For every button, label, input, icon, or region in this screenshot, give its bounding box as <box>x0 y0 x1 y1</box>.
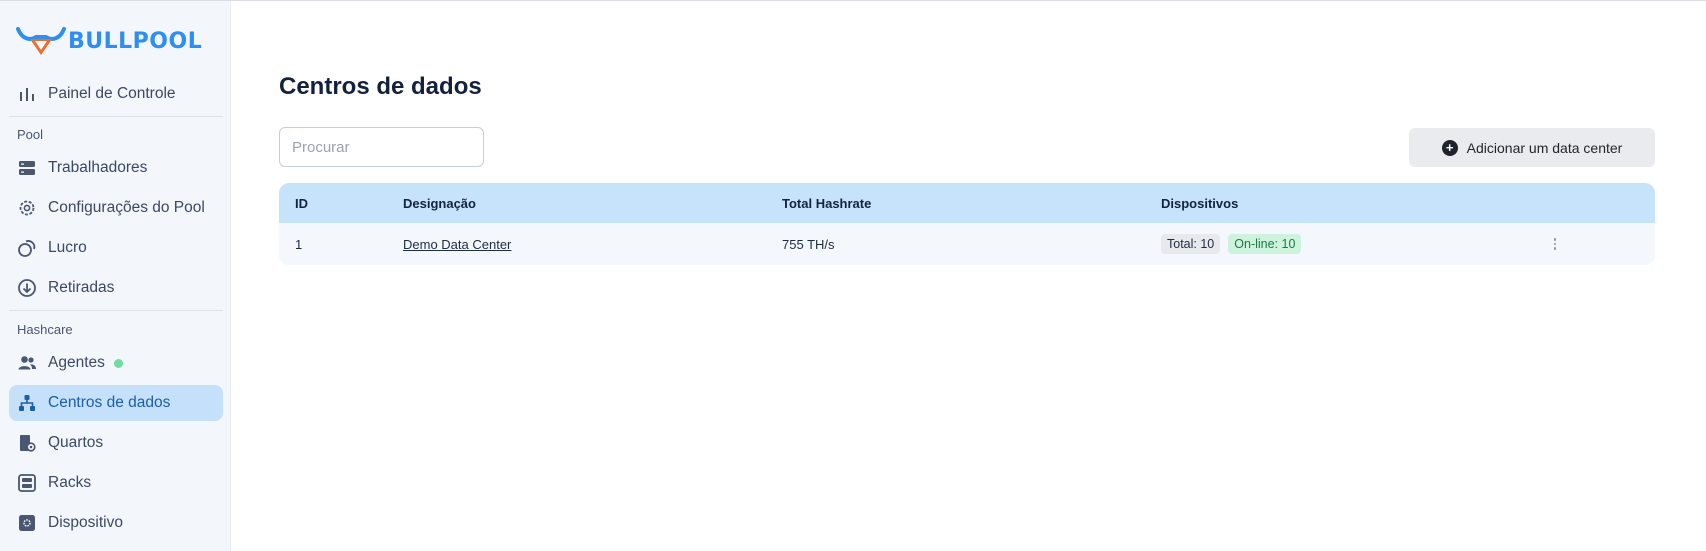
bar-chart-icon <box>17 84 37 104</box>
coins-icon <box>17 238 37 258</box>
server-icon <box>17 158 37 178</box>
online-status-dot <box>113 358 123 368</box>
sidebar-item-quartos[interactable]: Quartos <box>9 425 223 461</box>
sidebar-item-label: Racks <box>48 474 92 491</box>
door-gear-icon <box>17 433 37 453</box>
hierarchy-icon <box>17 393 37 413</box>
plus-circle-icon: + <box>1441 139 1458 156</box>
sidebar-item-trabalhadores[interactable]: Trabalhadores <box>9 150 223 186</box>
data-centers-table: ID Designação Total Hashrate Dispositivo… <box>279 183 1655 265</box>
table-row[interactable]: 1 Demo Data Center 755 TH/s Total: 10 On… <box>279 223 1655 265</box>
sidebar-item-racks[interactable]: Racks <box>9 465 223 501</box>
row-id: 1 <box>295 236 303 252</box>
top-border <box>0 0 1706 1</box>
sidebar-item-label: Dispositivo <box>48 514 123 531</box>
section-title-hashcare: Hashcare <box>17 322 73 337</box>
add-data-center-label: Adicionar um data center <box>1466 139 1623 156</box>
column-header-dispositivos[interactable]: Dispositivos <box>1161 196 1238 211</box>
brand-logo[interactable]: BULLPOOL <box>16 23 202 59</box>
column-header-total-hashrate[interactable]: Total Hashrate <box>782 196 871 211</box>
search-input[interactable] <box>279 127 484 167</box>
sidebar-item-lucro[interactable]: Lucro <box>9 230 223 266</box>
sidebar-item-painel-de-controle[interactable]: Painel de Controle <box>9 76 223 112</box>
sidebar-item-dispositivo[interactable]: Dispositivo <box>9 505 223 541</box>
sidebar-item-label: Centros de dados <box>48 394 171 411</box>
arrow-down-circle-icon <box>17 278 37 298</box>
section-title-pool: Pool <box>17 127 44 142</box>
users-icon <box>17 353 37 373</box>
table-header: ID Designação Total Hashrate Dispositivo… <box>279 183 1655 223</box>
sidebar-item-label: Configurações do Pool <box>48 199 205 216</box>
brand-name: BULLPOOL <box>68 28 203 54</box>
sidebar-item-retiradas[interactable]: Retiradas <box>9 270 223 306</box>
gear-icon <box>17 198 37 218</box>
column-header-id[interactable]: ID <box>295 196 308 211</box>
rack-icon <box>17 473 37 493</box>
sidebar-item-label: Painel de Controle <box>48 85 176 102</box>
page-title: Centros de dados <box>279 73 482 100</box>
sidebar-item-configuracoes-do-pool[interactable]: Configurações do Pool <box>9 190 223 226</box>
device-chip-icon <box>17 513 37 533</box>
sidebar-item-agentes[interactable]: Agentes <box>9 345 223 381</box>
data-center-link[interactable]: Demo Data Center <box>403 237 511 252</box>
row-hashrate: 755 TH/s <box>782 236 835 252</box>
row-actions-menu-icon[interactable] <box>1547 232 1563 256</box>
sidebar-item-label: Retiradas <box>48 279 115 296</box>
sidebar-item-label: Agentes <box>48 354 105 371</box>
devices-badges: Total: 10 On-line: 10 <box>1161 234 1302 254</box>
sidebar-item-label: Quartos <box>48 434 104 451</box>
sidebar-divider <box>9 116 223 117</box>
sidebar-item-centros-de-dados[interactable]: Centros de dados <box>9 385 223 421</box>
sidebar-divider <box>9 310 223 311</box>
sidebar-item-label: Lucro <box>48 239 87 256</box>
devices-online-badge: On-line: 10 <box>1228 234 1302 254</box>
sidebar-item-label: Trabalhadores <box>48 159 148 176</box>
devices-total-badge: Total: 10 <box>1161 234 1221 254</box>
sidebar: BULLPOOL Painel de Controle Pool Trabalh… <box>0 1 231 551</box>
column-header-designacao[interactable]: Designação <box>403 196 476 211</box>
bull-logo-icon <box>16 27 66 55</box>
add-data-center-button[interactable]: + Adicionar um data center <box>1409 128 1655 167</box>
